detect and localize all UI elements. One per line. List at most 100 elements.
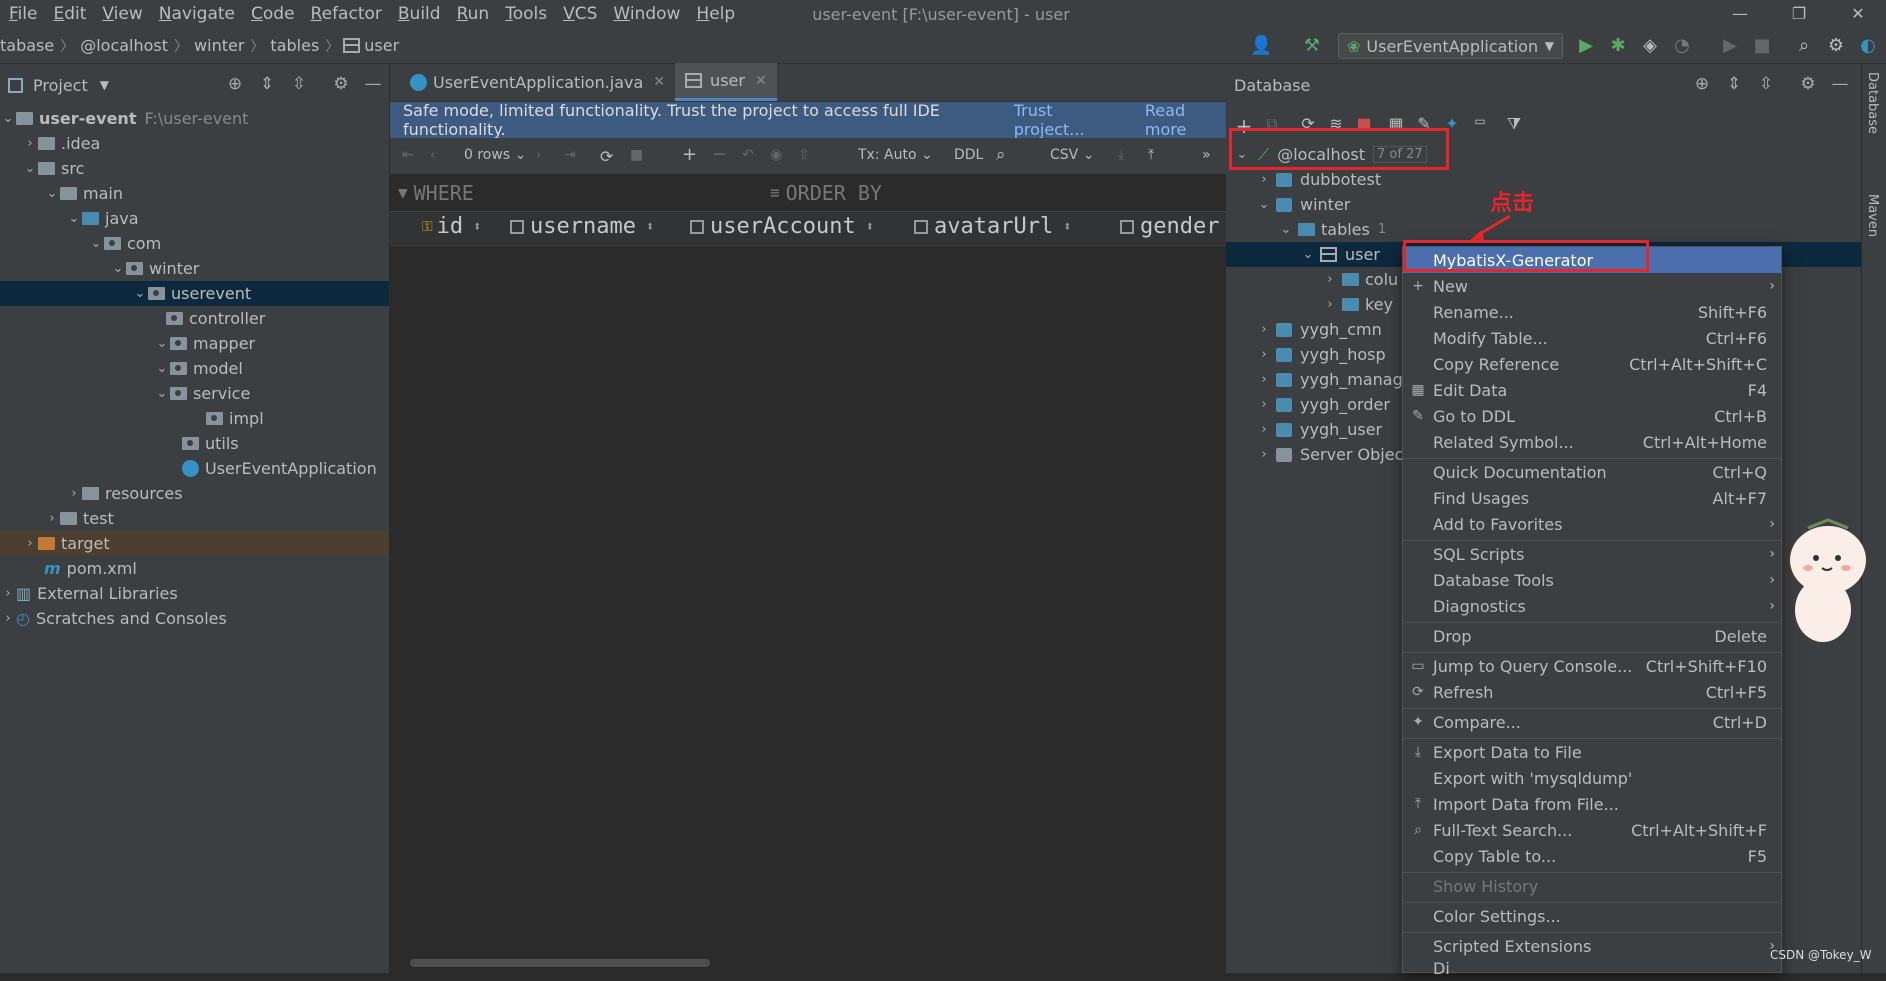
tree-item-model[interactable]: ⌄ model [0, 356, 389, 381]
sort-icon[interactable]: ⬍ [866, 219, 874, 235]
breadcrumb-user[interactable]: user [364, 36, 405, 55]
run-configuration-select[interactable]: ❀ UserEventApplication ▼ [1338, 33, 1563, 59]
tree-item-resources[interactable]: › resources [0, 481, 389, 506]
breadcrumb-tables[interactable]: tables [264, 36, 325, 55]
menu-window[interactable]: Window [604, 0, 687, 28]
next-page-icon[interactable]: › [536, 147, 542, 163]
collapse-all-icon[interactable]: ⇳ [1756, 74, 1776, 94]
locate-icon[interactable]: ⊕ [225, 74, 245, 94]
menu-tools[interactable]: Tools [496, 0, 554, 28]
hide-icon[interactable]: — [363, 74, 383, 94]
breadcrumb-localhost[interactable]: @localhost [74, 36, 174, 55]
menu-item-copy-table-to[interactable]: Copy Table to... F5 [1403, 843, 1781, 869]
where-filter-input[interactable]: ▼ WHERE [398, 181, 770, 205]
close-button[interactable]: ✕ [1834, 0, 1882, 28]
menu-item-new[interactable]: + New › [1403, 273, 1781, 299]
view-icon[interactable]: ◉ [770, 147, 782, 163]
menu-item-import-data-from-file[interactable]: ⤒ Import Data from File... [1403, 791, 1781, 817]
chevron-down-icon[interactable]: ▼ [100, 78, 109, 92]
minimize-button[interactable]: — [1716, 0, 1764, 28]
resume-icon[interactable]: ▶ [1720, 36, 1740, 56]
menu-view[interactable]: View [93, 0, 149, 28]
menu-build[interactable]: Build [389, 0, 448, 28]
breadcrumb-database[interactable]: tabase [0, 36, 60, 55]
tree-item-scratches[interactable]: › ◴ Scratches and Consoles [0, 606, 389, 631]
previous-page-icon[interactable]: ‹ [430, 147, 436, 163]
db-tree-winter[interactable]: ⌄ winter [1226, 192, 1861, 217]
menu-vcs[interactable]: VCS [554, 0, 604, 28]
settings-gear-icon[interactable]: ⚙ [331, 74, 351, 94]
menu-item-quick-documentation[interactable]: Quick Documentation Ctrl+Q [1403, 459, 1781, 485]
menu-item-diagnostics[interactable]: Diagnostics › [1403, 593, 1781, 619]
menu-item-find-usages[interactable]: Find Usages Alt+F7 [1403, 485, 1781, 511]
menu-item-full-text-search[interactable]: ⌕ Full-Text Search... Ctrl+Alt+Shift+F [1403, 817, 1781, 843]
menu-code[interactable]: Code [242, 0, 302, 28]
delete-row-icon[interactable]: − [712, 144, 727, 165]
tree-item-com[interactable]: ⌄ com [0, 231, 389, 256]
coverage-icon[interactable]: ◈ [1640, 36, 1660, 56]
tree-item-target[interactable]: › target [0, 531, 389, 556]
build-hammer-icon[interactable]: ⚒ [1302, 36, 1322, 56]
menu-item-diagrams[interactable]: Di [1403, 955, 1781, 981]
add-row-icon[interactable]: + [682, 144, 697, 165]
menu-navigate[interactable]: Navigate [150, 0, 242, 28]
tree-item-impl[interactable]: impl [0, 406, 389, 431]
menu-item-compare[interactable]: ✦ Compare... Ctrl+D [1403, 709, 1781, 735]
upload-icon[interactable]: ⤒ [1148, 147, 1154, 163]
rows-count-select[interactable]: 0 rows ⌄ [464, 147, 526, 163]
tree-item-winter[interactable]: ⌄ winter [0, 256, 389, 281]
run-icon[interactable]: ▶ [1576, 36, 1596, 56]
revert-icon[interactable]: ↶ [742, 147, 754, 163]
menu-item-rename[interactable]: Rename... Shift+F6 [1403, 299, 1781, 325]
menu-file[interactable]: File [0, 0, 44, 28]
profile-icon[interactable]: ◔ [1672, 36, 1692, 56]
locate-icon[interactable]: ⊕ [1692, 74, 1712, 94]
db-tree-tables[interactable]: ⌄ tables 1 [1226, 217, 1861, 242]
expand-all-icon[interactable]: ⇕ [257, 74, 277, 94]
menu-item-edit-data[interactable]: ▦ Edit Data F4 [1403, 377, 1781, 403]
menu-item-go-to-ddl[interactable]: ✎ Go to DDL Ctrl+B [1403, 403, 1781, 429]
search-icon[interactable]: ⌕ [1794, 36, 1814, 56]
column-header-useraccount[interactable]: userAccount ⬍ [690, 214, 874, 239]
settings-gear-icon[interactable]: ⚙ [1826, 36, 1846, 56]
tree-item-mapper[interactable]: ⌄ mapper [0, 331, 389, 356]
tree-item-test[interactable]: › test [0, 506, 389, 531]
tree-item-service[interactable]: ⌄ service [0, 381, 389, 406]
trust-project-link[interactable]: Trust project... [1014, 101, 1121, 139]
export-format-select[interactable]: CSV ⌄ [1050, 147, 1094, 163]
tree-item-utils[interactable]: utils [0, 431, 389, 456]
submit-icon[interactable]: ⇧ [798, 147, 810, 163]
menu-run[interactable]: Run [448, 0, 497, 28]
order-by-input[interactable]: ≡ ORDER BY [770, 181, 882, 205]
expand-all-icon[interactable]: ⇕ [1724, 74, 1744, 94]
menu-refactor[interactable]: Refactor [302, 0, 389, 28]
menu-item-modify-table[interactable]: Modify Table... Ctrl+F6 [1403, 325, 1781, 351]
console-icon[interactable]: ▭ [1470, 114, 1490, 134]
horizontal-scrollbar[interactable] [410, 959, 710, 967]
last-page-icon[interactable]: ⇥ [564, 147, 576, 163]
stop-icon[interactable]: ■ [1752, 36, 1772, 56]
sort-icon[interactable]: ⬍ [473, 219, 481, 235]
menu-item-drop[interactable]: Drop Delete [1403, 623, 1781, 649]
more-icon[interactable]: » [1202, 147, 1211, 163]
tx-mode-select[interactable]: Tx: Auto ⌄ [858, 147, 933, 163]
tab-usereventapplication[interactable]: UserEventApplication.java ✕ [400, 63, 675, 101]
menu-item-sql-scripts[interactable]: SQL Scripts › [1403, 541, 1781, 567]
tree-item-external-libraries[interactable]: › ▥ External Libraries [0, 581, 389, 606]
menu-item-copy-reference[interactable]: Copy Reference Ctrl+Alt+Shift+C [1403, 351, 1781, 377]
tree-item-controller[interactable]: controller [0, 306, 389, 331]
first-page-icon[interactable]: ⇤ [402, 147, 414, 163]
read-more-link[interactable]: Read more [1145, 101, 1226, 139]
ddl-button[interactable]: DDL [954, 147, 983, 163]
jetbrains-icon[interactable]: ◐ [1858, 36, 1878, 56]
db-tree-dubbotest[interactable]: › dubbotest [1226, 167, 1861, 192]
filter-icon[interactable]: ⧩ [1504, 114, 1524, 134]
column-header-gender[interactable]: gender [1120, 214, 1219, 239]
menu-item-export-data-to-file[interactable]: ⤓ Export Data to File [1403, 739, 1781, 765]
menu-item-related-symbol[interactable]: Related Symbol... Ctrl+Alt+Home [1403, 429, 1781, 455]
menu-item-color-settings[interactable]: Color Settings... [1403, 903, 1781, 929]
column-header-avatarurl[interactable]: avatarUrl ⬍ [914, 214, 1072, 239]
project-panel-title[interactable]: Project [33, 76, 88, 95]
database-side-tab[interactable]: Database [1865, 72, 1880, 134]
close-tab-icon[interactable]: ✕ [653, 74, 665, 90]
